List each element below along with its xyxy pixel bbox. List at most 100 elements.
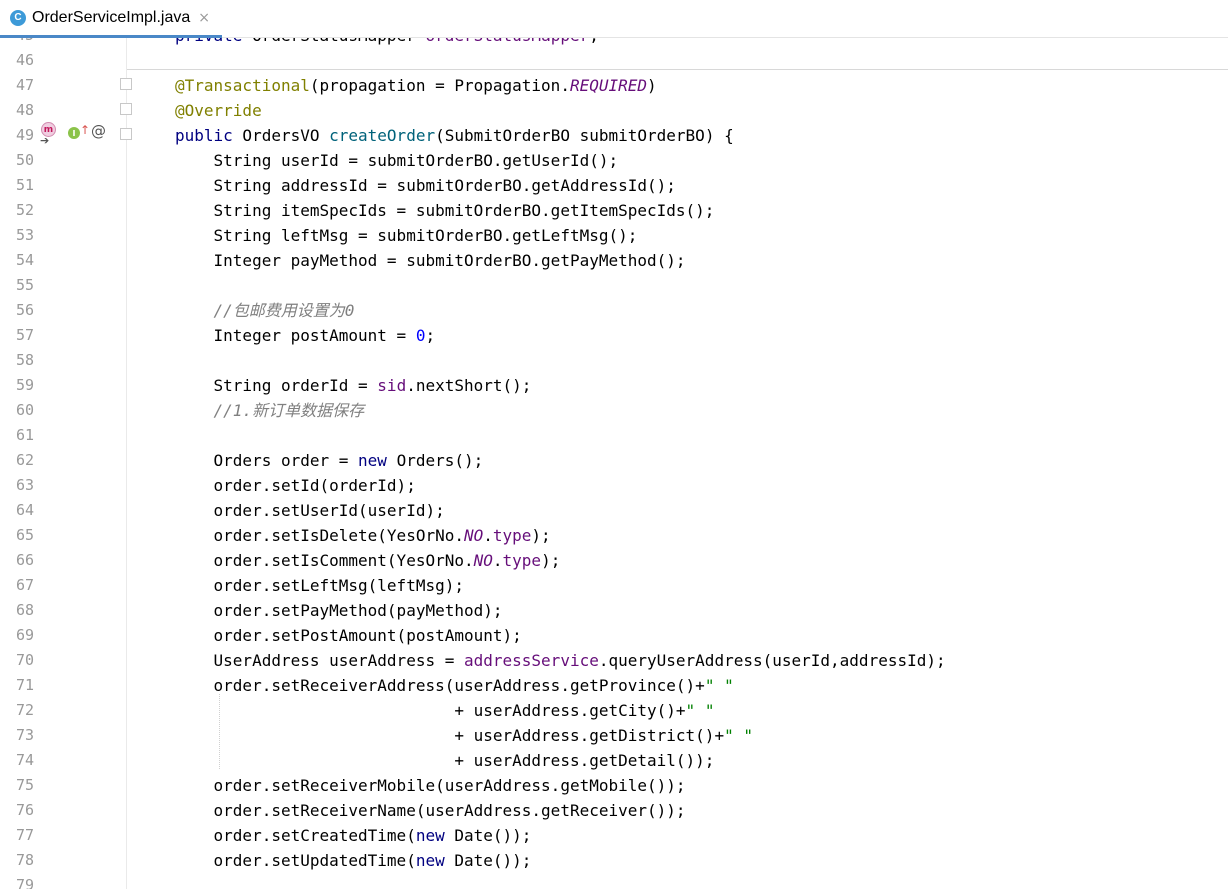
line-number: 54 (15, 251, 34, 269)
code-text: + userAddress.getDetail()); (175, 748, 714, 773)
code-token: order.setUpdatedTime( (175, 851, 416, 870)
code-line[interactable]: 58 (0, 348, 1228, 373)
tab-order-service-impl[interactable]: C OrderServiceImpl.java × (0, 0, 222, 38)
line-number: 66 (15, 551, 34, 569)
code-token: private (175, 38, 242, 45)
code-line[interactable]: 76 order.setReceiverName(userAddress.get… (0, 798, 1228, 823)
code-line[interactable]: 60 //1.新订单数据保存 (0, 398, 1228, 423)
code-token: order.setCreatedTime( (175, 826, 416, 845)
line-number: 79 (15, 876, 34, 889)
line-number: 52 (15, 201, 34, 219)
code-text: order.setIsDelete(YesOrNo.NO.type); (175, 523, 551, 548)
fold-marker-icon[interactable] (120, 103, 132, 115)
code-editor[interactable]: 45 private OrderStatusMapper orderStatusM… (0, 38, 1228, 889)
code-line[interactable]: 49 public OrdersVO createOrder(SubmitOrde… (0, 123, 1228, 148)
code-text: Integer postAmount = 0; (175, 323, 436, 348)
code-text: order.setCreatedTime(new Date()); (175, 823, 532, 848)
code-token: UserAddress userAddress = (175, 651, 464, 670)
tab-label: OrderServiceImpl.java (32, 8, 191, 26)
code-line[interactable]: 66 order.setIsComment(YesOrNo.NO.type); (0, 548, 1228, 573)
code-line[interactable]: 62 Orders order = new Orders(); (0, 448, 1228, 473)
code-line[interactable]: 70 UserAddress userAddress = addressServ… (0, 648, 1228, 673)
code-line[interactable]: 54 Integer payMethod = submitOrderBO.get… (0, 248, 1228, 273)
line-number: 53 (15, 226, 34, 244)
implements-icon[interactable]: I (68, 127, 80, 139)
code-text: order.setPayMethod(payMethod); (175, 598, 503, 623)
code-line[interactable]: 59 String orderId = sid.nextShort(); (0, 373, 1228, 398)
code-token: public (175, 126, 233, 145)
code-token: type (492, 526, 532, 545)
code-line[interactable]: 53 String leftMsg = submitOrderBO.getLef… (0, 223, 1228, 248)
code-line[interactable]: 73 + userAddress.getDistrict()+" " (0, 723, 1228, 748)
code-line[interactable]: 50 String userId = submitOrderBO.getUser… (0, 148, 1228, 173)
code-line[interactable]: 56 //包邮费用设置为0 (0, 298, 1228, 323)
code-token: ; (589, 38, 599, 45)
code-text: String itemSpecIds = submitOrderBO.getIt… (175, 198, 715, 223)
code-text: order.setReceiverMobile(userAddress.getM… (175, 773, 686, 798)
code-token: " " (685, 701, 715, 720)
code-token: Orders(); (386, 451, 484, 470)
code-token: new (415, 826, 445, 845)
code-text: order.setIsComment(YesOrNo.NO.type); (175, 548, 561, 573)
annotation-icon[interactable]: @ (91, 122, 106, 140)
code-token: ) (647, 76, 657, 95)
line-number: 69 (15, 626, 34, 644)
line-number: 58 (15, 351, 34, 369)
code-line[interactable]: 71 order.setReceiverAddress(userAddress.… (0, 673, 1228, 698)
code-line[interactable]: 68 order.setPayMethod(payMethod); (0, 598, 1228, 623)
code-token: new (415, 851, 445, 870)
code-line[interactable]: 48 @Override (0, 98, 1228, 123)
code-token: order.setIsComment(YesOrNo. (175, 551, 474, 570)
code-line[interactable]: 69 order.setPostAmount(postAmount); (0, 623, 1228, 648)
fold-marker-icon[interactable] (120, 128, 132, 140)
code-line[interactable]: 55 (0, 273, 1228, 298)
code-text: order.setReceiverAddress(userAddress.get… (175, 673, 734, 698)
code-token: .nextShort(); (406, 376, 532, 395)
code-text: public OrdersVO createOrder(SubmitOrderB… (175, 123, 734, 148)
line-number: 47 (15, 76, 34, 94)
up-arrow-icon[interactable]: ↑ (80, 123, 90, 137)
code-line[interactable]: 51 String addressId = submitOrderBO.getA… (0, 173, 1228, 198)
code-text: String leftMsg = submitOrderBO.getLeftMs… (175, 223, 638, 248)
code-line[interactable]: 74 + userAddress.getDetail()); (0, 748, 1228, 773)
code-token: createOrder (329, 126, 436, 145)
code-token: addressService (463, 651, 599, 670)
code-line[interactable]: 46 (0, 48, 1228, 73)
line-number: 57 (15, 326, 34, 344)
code-line[interactable]: 64 order.setUserId(userId); (0, 498, 1228, 523)
code-line[interactable]: 79 (0, 873, 1228, 889)
line-number: 51 (15, 176, 34, 194)
code-line[interactable]: 65 order.setIsDelete(YesOrNo.NO.type); (0, 523, 1228, 548)
code-token: REQUIRED (569, 76, 648, 95)
code-token: Integer postAmount = (175, 326, 416, 345)
line-number: 63 (15, 476, 34, 494)
code-line[interactable]: 77 order.setCreatedTime(new Date()); (0, 823, 1228, 848)
code-line[interactable]: 47 @Transactional(propagation = Propagati… (0, 73, 1228, 98)
line-number: 59 (15, 376, 34, 394)
code-token: (propagation = Propagation. (309, 76, 570, 95)
code-line[interactable]: 72 + userAddress.getCity()+" " (0, 698, 1228, 723)
code-line[interactable]: 75 order.setReceiverMobile(userAddress.g… (0, 773, 1228, 798)
code-line[interactable]: 78 order.setUpdatedTime(new Date()); (0, 848, 1228, 873)
line-number: 72 (15, 701, 34, 719)
code-line[interactable]: 61 (0, 423, 1228, 448)
line-number: 77 (15, 826, 34, 844)
code-line[interactable]: 63 order.setId(orderId); (0, 473, 1228, 498)
code-text: + userAddress.getCity()+" " (175, 698, 714, 723)
code-token: String leftMsg = submitOrderBO.getLeftMs… (175, 226, 638, 245)
indent-guide (219, 694, 220, 769)
close-tab-icon[interactable]: × (198, 10, 210, 26)
fold-marker-icon[interactable] (120, 78, 132, 90)
code-line[interactable]: 52 String itemSpecIds = submitOrderBO.ge… (0, 198, 1228, 223)
code-token: NO (473, 551, 493, 570)
code-text: order.setUpdatedTime(new Date()); (175, 848, 532, 873)
code-line[interactable]: 67 order.setLeftMsg(leftMsg); (0, 573, 1228, 598)
line-number: 60 (15, 401, 34, 419)
line-number: 64 (15, 501, 34, 519)
code-token: @Override (175, 101, 262, 120)
code-text: String orderId = sid.nextShort(); (175, 373, 532, 398)
code-token: Date()); (444, 851, 532, 870)
code-line[interactable]: 57 Integer postAmount = 0; (0, 323, 1228, 348)
code-line[interactable]: 45 private OrderStatusMapper orderStatusM… (0, 38, 1228, 48)
